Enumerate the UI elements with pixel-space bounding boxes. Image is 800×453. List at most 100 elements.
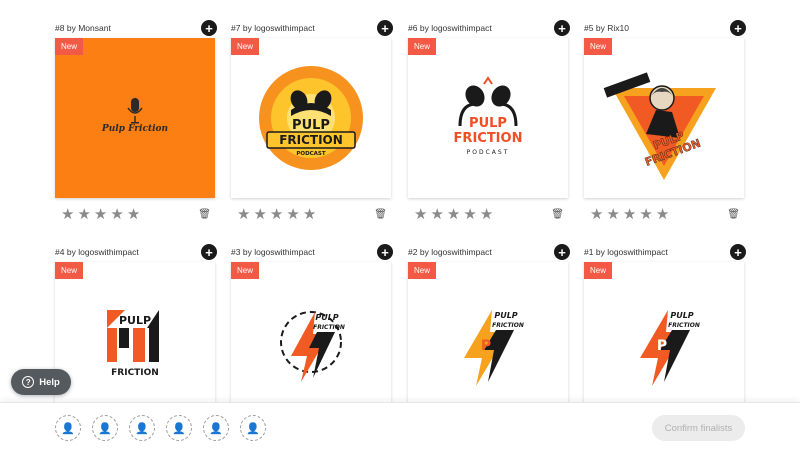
logo-word-pulp: PULP	[469, 116, 507, 131]
entry-thumbnail[interactable]: PULP FRICTION New	[231, 262, 391, 422]
plus-icon: +	[734, 20, 742, 36]
design-image: PULP FRICTION	[280, 311, 345, 382]
add-finalist-button[interactable]: +	[730, 20, 746, 36]
add-finalist-button[interactable]: +	[377, 20, 393, 36]
entry-thumbnail[interactable]: P PULP FRICTION New	[584, 262, 744, 422]
entry-header: #5 by Rix10 +	[584, 20, 746, 36]
designer-name[interactable]: logoswithimpact	[254, 23, 314, 33]
design-image: Pulp Friction	[101, 98, 168, 134]
by-label: by	[66, 23, 76, 33]
logo-wordmark: Pulp Friction	[101, 124, 168, 134]
trash-icon[interactable]: 🗑	[727, 209, 740, 220]
plus-icon: +	[381, 244, 389, 260]
entry-thumbnail[interactable]: PULP FRICTION New	[55, 262, 215, 422]
add-finalist-button[interactable]: +	[554, 20, 570, 36]
logo-word-podcast: PODCAST	[296, 151, 326, 157]
design-image: PULP FRICTION	[603, 72, 716, 180]
star-icon[interactable]: ★	[623, 207, 636, 222]
add-finalist-button[interactable]: +	[201, 20, 217, 36]
new-badge: New	[231, 38, 260, 55]
entry-number: #1	[584, 247, 594, 257]
finalist-slot[interactable]: 👤	[55, 415, 81, 441]
star-icon[interactable]: ★	[270, 207, 283, 222]
finalist-slot[interactable]: 👤	[129, 415, 155, 441]
entry-thumbnail[interactable]: P PULP FRICTION New	[408, 262, 568, 422]
entry-thumbnail[interactable]: Pulp Friction New	[55, 38, 215, 198]
help-button[interactable]: ? Help	[11, 369, 71, 395]
entry-meta: #2 by logoswithimpact	[408, 247, 492, 257]
entry-header: #4 by logoswithimpact +	[55, 244, 217, 260]
new-badge: New	[408, 38, 437, 55]
star-icon[interactable]: ★	[590, 207, 603, 222]
star-rating: ★ ★ ★ ★ ★	[61, 207, 140, 222]
designer-name[interactable]: logoswithimpact	[78, 247, 138, 257]
finalist-slot[interactable]: 👤	[166, 415, 192, 441]
new-badge: New	[231, 262, 260, 279]
add-finalist-button[interactable]: +	[730, 244, 746, 260]
star-icon[interactable]: ★	[430, 207, 443, 222]
by-label: by	[242, 23, 252, 33]
entry-meta: #4 by logoswithimpact	[55, 247, 139, 257]
star-icon[interactable]: ★	[606, 207, 619, 222]
add-finalist-button[interactable]: +	[554, 244, 570, 260]
add-finalist-button[interactable]: +	[201, 244, 217, 260]
star-icon[interactable]: ★	[463, 207, 476, 222]
designer-name[interactable]: logoswithimpact	[431, 23, 491, 33]
star-icon[interactable]: ★	[414, 207, 427, 222]
star-rating: ★ ★ ★ ★ ★	[590, 207, 669, 222]
entry-thumbnail[interactable]: PULP FRICTION New	[584, 38, 744, 198]
star-icon[interactable]: ★	[253, 207, 266, 222]
entry-meta: #5 by Rix10	[584, 23, 629, 33]
entry-rating-row: ★ ★ ★ ★ ★ 🗑	[408, 206, 568, 222]
trash-icon[interactable]: 🗑	[374, 209, 387, 220]
designer-name[interactable]: logoswithimpact	[607, 247, 667, 257]
finalist-slot[interactable]: 👤	[240, 415, 266, 441]
star-icon[interactable]: ★	[94, 207, 107, 222]
logo-word-friction: FRICTION	[454, 131, 523, 146]
entry-rating-row: ★ ★ ★ ★ ★ 🗑	[584, 206, 744, 222]
star-icon[interactable]: ★	[447, 207, 460, 222]
trash-icon[interactable]: 🗑	[198, 209, 211, 220]
star-icon[interactable]: ★	[77, 207, 90, 222]
confirm-finalists-button[interactable]: Confirm finalists	[652, 415, 745, 441]
logo-word-pulp: PULP	[670, 311, 693, 320]
new-badge: New	[584, 262, 613, 279]
star-icon[interactable]: ★	[639, 207, 652, 222]
logo-word-friction: FRICTION	[668, 322, 700, 329]
designer-name[interactable]: logoswithimpact	[431, 247, 491, 257]
finalist-slot[interactable]: 👤	[203, 415, 229, 441]
star-icon[interactable]: ★	[480, 207, 493, 222]
star-icon[interactable]: ★	[61, 207, 74, 222]
add-finalist-button[interactable]: +	[377, 244, 393, 260]
designer-name[interactable]: Monsant	[78, 23, 111, 33]
logo-word-friction: FRICTION	[279, 133, 343, 147]
entry-meta: #6 by logoswithimpact	[408, 23, 492, 33]
entry-header: #2 by logoswithimpact +	[408, 244, 570, 260]
entry-number: #8	[55, 23, 65, 33]
star-icon[interactable]: ★	[286, 207, 299, 222]
entry-header: #6 by logoswithimpact +	[408, 20, 570, 36]
entry-header: #1 by logoswithimpact +	[584, 244, 746, 260]
entry-thumbnail[interactable]: PULP FRICTION PODCAST New	[231, 38, 391, 198]
trash-icon[interactable]: 🗑	[551, 209, 564, 220]
entry-thumbnail[interactable]: PULP FRICTION PODCAST New	[408, 38, 568, 198]
plus-icon: +	[734, 244, 742, 260]
by-label: by	[419, 247, 429, 257]
entry-number: #7	[231, 23, 241, 33]
star-icon[interactable]: ★	[237, 207, 250, 222]
finalist-slot[interactable]: 👤	[92, 415, 118, 441]
by-label: by	[419, 23, 429, 33]
star-icon[interactable]: ★	[303, 207, 316, 222]
person-icon: 👤	[98, 422, 112, 435]
star-icon[interactable]: ★	[656, 207, 669, 222]
plus-icon: +	[205, 20, 213, 36]
design-image: PULP FRICTION PODCAST	[454, 76, 523, 156]
star-icon[interactable]: ★	[110, 207, 123, 222]
design-image: P PULP FRICTION	[464, 310, 524, 386]
star-icon[interactable]: ★	[127, 207, 140, 222]
designer-name[interactable]: logoswithimpact	[254, 247, 314, 257]
by-label: by	[595, 23, 605, 33]
designer-name[interactable]: Rix10	[607, 23, 629, 33]
entry-number: #4	[55, 247, 65, 257]
new-badge: New	[584, 38, 613, 55]
